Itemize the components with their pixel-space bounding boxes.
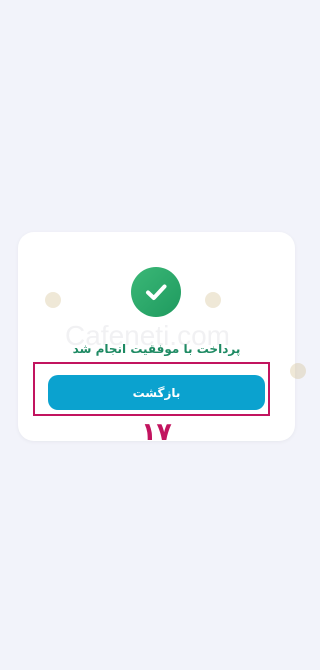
payment-result-card: پرداخت با موفقیت انجام شد بازگشت ۱۷ <box>18 232 295 446</box>
step-number: ۱۷ <box>141 417 172 446</box>
checkmark-icon <box>146 284 167 300</box>
watermark-logo-icon <box>290 363 306 379</box>
success-message: پرداخت با موفقیت انجام شد <box>72 342 241 356</box>
watermark-logo-icon <box>45 292 61 308</box>
watermark-logo-icon <box>205 292 221 308</box>
check-circle-icon <box>131 267 181 317</box>
back-button[interactable]: بازگشت <box>48 375 265 410</box>
